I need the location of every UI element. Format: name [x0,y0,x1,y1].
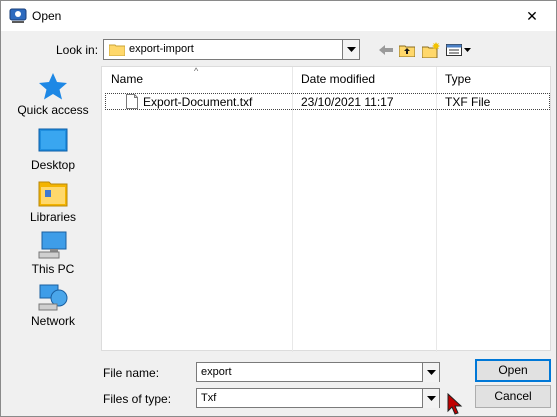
place-this-pc[interactable]: This PC [9,228,97,280]
lookin-value: export-import [129,43,194,55]
place-libraries[interactable]: Libraries [9,176,97,228]
place-network[interactable]: Network [9,280,97,332]
filename-input[interactable]: export [196,362,440,382]
filetype-label: Files of type: [103,392,172,406]
desktop-icon [38,128,68,152]
filename-value: export [201,366,232,378]
place-label: Libraries [29,210,77,224]
place-quick-access[interactable]: Quick access [9,69,97,121]
app-icon [9,8,27,23]
column-date-header[interactable]: Date modified [292,67,375,91]
this-pc-icon [38,231,67,259]
network-icon [38,284,68,311]
title-bar: Open ✕ [1,1,556,31]
open-button[interactable]: Open [475,359,551,382]
close-button[interactable]: ✕ [514,3,550,29]
close-icon: ✕ [526,7,538,24]
filetype-dropdown[interactable]: Txf [196,388,440,408]
sort-ascending-icon: ^ [194,66,199,76]
file-name: Export-Document.txf [143,95,253,109]
new-folder-icon [422,42,440,58]
column-name-header[interactable]: Name [102,67,143,91]
file-type: TXF File [445,95,491,109]
window-title: Open [32,9,62,23]
back-button[interactable] [377,39,395,61]
view-menu-button[interactable] [445,39,473,61]
file-list[interactable]: ^ Name Date modified Type Export-Documen… [101,66,551,352]
file-row[interactable]: Export-Document.txf 23/10/2021 11:17 TXF… [102,93,550,111]
chevron-down-icon[interactable] [422,389,439,408]
open-dialog: Open ✕ Look in: export-import Quick acce… [0,0,557,417]
file-date: 23/10/2021 11:17 [301,95,394,109]
cancel-button[interactable]: Cancel [475,385,551,408]
place-label: Quick access [17,103,89,117]
mouse-cursor-icon [447,393,463,415]
filename-label: File name: [103,366,160,380]
place-desktop[interactable]: Desktop [9,124,97,176]
column-type-header[interactable]: Type [436,67,471,91]
filetype-value: Txf [201,392,217,404]
up-folder-icon [399,45,415,57]
lookin-label: Look in: [56,43,99,57]
places-bar: Quick access Desktop Libraries This PC N… [9,66,97,351]
place-label: Network [30,314,75,328]
quick-access-star-icon [39,73,67,100]
chevron-down-icon[interactable] [422,363,439,382]
lookin-dropdown[interactable]: export-import [103,39,360,60]
up-folder-button[interactable] [398,39,416,61]
chevron-down-icon[interactable] [342,40,359,59]
libraries-icon [38,181,68,207]
folder-icon [109,44,125,56]
new-folder-button[interactable] [421,39,441,61]
place-label: This PC [31,262,75,276]
back-arrow-icon [379,45,393,55]
place-label: Desktop [30,158,76,172]
view-menu-icon [446,44,471,56]
file-icon [126,94,138,109]
